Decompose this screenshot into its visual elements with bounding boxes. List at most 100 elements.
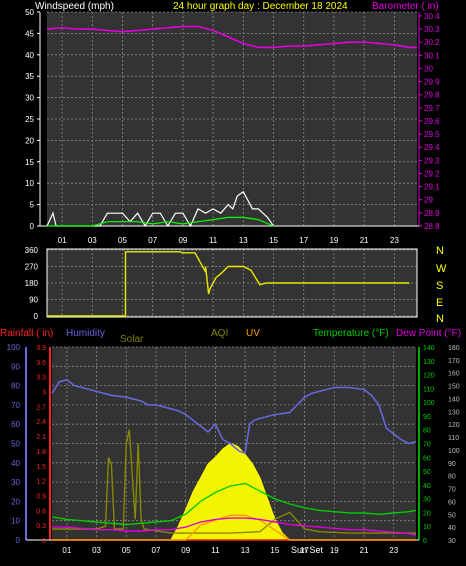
temperature-tick: 130 xyxy=(448,409,460,416)
solar-tick: 60 xyxy=(423,455,431,462)
windspeed-tick: 15 xyxy=(25,158,34,167)
time-tick: 01 xyxy=(62,546,71,555)
barometer-tick: 28.9 xyxy=(424,209,440,218)
solar-tick: 80 xyxy=(423,428,431,435)
barometer-tick: 28.8 xyxy=(424,222,440,231)
barometer-tick: 29.1 xyxy=(424,183,440,192)
weather-multi-panel: 0102030405060708090100 00.30.60.91.21.51… xyxy=(7,343,460,555)
direction-degree-tick-labels: 0 90 180 270 360 xyxy=(25,246,39,321)
chart-title: 24 hour graph day : December 18 2024 xyxy=(173,1,348,12)
temperature-tick: 80 xyxy=(448,474,456,481)
sunset-label: Sun Set xyxy=(291,545,324,555)
direction-tick: 270 xyxy=(25,263,39,272)
temperature-tick: 180 xyxy=(448,345,460,352)
barometer-tick: 30.2 xyxy=(424,38,440,47)
direction-tick: 180 xyxy=(25,279,39,288)
time-tick: 03 xyxy=(88,236,97,245)
time-tick: 15 xyxy=(270,546,279,555)
barometer-tick: 30.1 xyxy=(424,51,440,60)
temperature-tick: 70 xyxy=(448,487,456,494)
barometer-tick: 29 xyxy=(424,196,433,205)
barometer-tick: 29.8 xyxy=(424,91,440,100)
humidity-tick: 90 xyxy=(11,362,20,371)
wind-barometer-panel: 05101520253035404550 28.828.92929.129.22… xyxy=(25,8,440,245)
aqi-legend: AQI xyxy=(211,328,228,339)
windspeed-tick: 10 xyxy=(25,179,34,188)
time-tick: 07 xyxy=(152,546,161,555)
solar-tick: 40 xyxy=(423,483,431,490)
rainfall-tick: 3.9 xyxy=(36,345,46,352)
time-tick: 09 xyxy=(178,236,187,245)
solar-tick: 120 xyxy=(423,373,435,380)
solar-tick: 30 xyxy=(423,497,431,504)
solar-tick: 100 xyxy=(423,400,435,407)
weather-time-tick-labels: 01 03 05 07 09 11 13 15 17 19 21 23 xyxy=(62,546,398,555)
rainfall-tick: 0.3 xyxy=(36,523,46,530)
time-tick: 13 xyxy=(239,236,248,245)
windspeed-tick: 50 xyxy=(25,8,34,17)
humidity-tick: 20 xyxy=(11,497,20,506)
barometer-axis-title: Barometer ( in) xyxy=(372,1,439,12)
rainfall-tick: 2.7 xyxy=(36,404,46,411)
temperature-tick: 100 xyxy=(448,448,460,455)
time-tick: 03 xyxy=(92,546,101,555)
humidity-tick: 60 xyxy=(11,420,20,429)
time-tick: 11 xyxy=(211,546,220,555)
wind-direction-panel: 090180270360 NWSEN xyxy=(25,245,447,325)
compass-label: N xyxy=(436,245,444,257)
time-tick: 13 xyxy=(241,546,250,555)
time-tick: 05 xyxy=(118,236,127,245)
barometer-tick: 29.4 xyxy=(424,143,440,152)
time-tick: 05 xyxy=(122,546,131,555)
humidity-tick: 10 xyxy=(11,517,20,526)
compass-label: E xyxy=(436,297,443,309)
barometer-tick: 29.5 xyxy=(424,130,440,139)
rainfall-tick: 3.3 xyxy=(36,375,46,382)
humidity-tick-labels: 0 10 20 30 40 50 60 70 80 90 100 xyxy=(7,343,21,545)
humidity-tick: 40 xyxy=(11,459,20,468)
time-tick: 09 xyxy=(181,546,190,555)
windspeed-axis-title: Windspeed (mph) xyxy=(35,1,114,12)
rainfall-legend: Rainfall ( in) xyxy=(0,328,53,339)
solar-tick: 130 xyxy=(423,359,435,366)
rainfall-tick: 2.1 xyxy=(36,434,46,441)
barometer-tick: 30 xyxy=(424,64,433,73)
time-tick: 19 xyxy=(330,546,339,555)
windspeed-tick: 35 xyxy=(25,72,34,81)
barometer-tick-labels: 28.8 28.9 29 29.1 29.2 29.3 29.4 29.5 29.6 29.7 29… xyxy=(419,12,440,231)
direction-tick: 90 xyxy=(29,296,38,305)
compass-label: N xyxy=(436,313,444,325)
rainfall-tick: 1.2 xyxy=(36,479,46,486)
rainfall-tick: 3.6 xyxy=(36,360,46,367)
humidity-tick: 70 xyxy=(11,401,20,410)
temperature-tick: 140 xyxy=(448,396,460,403)
solar-tick: 70 xyxy=(423,442,431,449)
temperature-tick: 40 xyxy=(448,525,456,532)
rainfall-tick: 0 xyxy=(42,538,46,545)
windspeed-tick: 40 xyxy=(25,51,34,60)
rainfall-tick: 2.4 xyxy=(36,419,46,426)
rainfall-tick: 1.5 xyxy=(36,464,46,471)
solar-tick: 140 xyxy=(423,345,435,352)
time-tick: 21 xyxy=(360,236,369,245)
direction-tick: 0 xyxy=(34,312,39,321)
humidity-tick: 100 xyxy=(7,343,21,352)
uv-legend: UV xyxy=(246,328,260,339)
temperature-tick: 60 xyxy=(448,499,456,506)
barometer-tick: 29.2 xyxy=(424,169,440,178)
time-tick: 23 xyxy=(389,546,398,555)
barometer-tick: 29.6 xyxy=(424,117,440,126)
barometer-tick: 29.7 xyxy=(424,104,440,113)
compass-labels: NWSEN xyxy=(436,245,447,325)
time-tick: 07 xyxy=(148,236,157,245)
weather-dashboard: Windspeed (mph) 24 hour graph day : Dece… xyxy=(0,1,461,555)
temperature-tick: 50 xyxy=(448,512,456,519)
solar-legend: Solar xyxy=(120,334,144,345)
solar-tick: 50 xyxy=(423,469,431,476)
temperature-legend: Temperature (°F) xyxy=(313,328,389,339)
barometer-tick: 29.3 xyxy=(424,156,440,165)
temperature-tick: 170 xyxy=(448,358,460,365)
rainfall-tick: 0.9 xyxy=(36,493,46,500)
time-tick: 17 xyxy=(299,236,308,245)
humidity-tick: 30 xyxy=(11,478,20,487)
